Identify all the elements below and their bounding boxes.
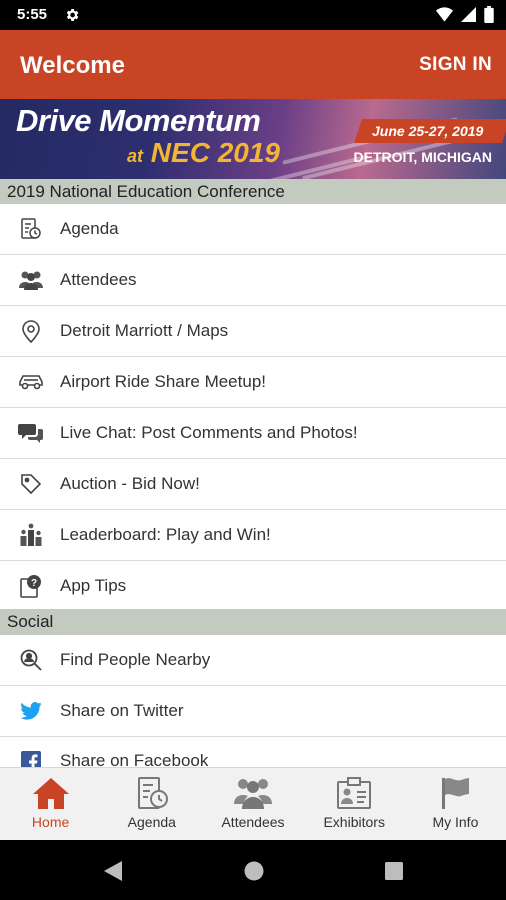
list-item-twitter[interactable]: Share on Twitter bbox=[0, 686, 506, 737]
people-search-icon bbox=[0, 648, 60, 672]
list-item-label: Find People Nearby bbox=[60, 650, 211, 669]
section-header-social: Social bbox=[0, 609, 506, 635]
list-item-label: Auction - Bid Now! bbox=[60, 474, 200, 493]
list-item-label: Attendees bbox=[60, 270, 137, 289]
bottom-navigation: Home Agenda Attendees Exhibitors My Info bbox=[0, 767, 506, 840]
attendees-icon bbox=[234, 779, 272, 809]
system-navigation-bar bbox=[0, 840, 506, 900]
list-item-label: Airport Ride Share Meetup! bbox=[60, 372, 266, 391]
chat-icon bbox=[0, 422, 60, 444]
help-icon: ? bbox=[0, 574, 60, 598]
banner-at: at bbox=[127, 146, 144, 166]
home-button-icon[interactable] bbox=[244, 861, 264, 881]
nav-exhibitors[interactable]: Exhibitors bbox=[304, 768, 405, 840]
tag-icon bbox=[0, 473, 60, 495]
list-item-agenda[interactable]: Agenda bbox=[0, 204, 506, 255]
banner-dates: June 25-27, 2019 bbox=[372, 123, 484, 139]
list-item-label: Agenda bbox=[60, 219, 119, 238]
agenda-icon bbox=[0, 217, 60, 241]
nav-my-info[interactable]: My Info bbox=[405, 768, 506, 840]
event-banner[interactable]: Drive Momentum at NEC 2019 June 25-27, 2… bbox=[0, 99, 506, 179]
list-item-label: Share on Twitter bbox=[60, 701, 184, 720]
section-header-conference: 2019 National Education Conference bbox=[0, 179, 506, 204]
nav-attendees[interactable]: Attendees bbox=[202, 768, 303, 840]
home-icon bbox=[32, 778, 69, 809]
banner-location: DETROIT, MICHIGAN bbox=[353, 149, 492, 165]
list-item-label: Detroit Marriott / Maps bbox=[60, 321, 229, 340]
exhibitors-icon bbox=[337, 777, 372, 809]
signal-icon bbox=[461, 7, 476, 22]
nav-label: Attendees bbox=[221, 814, 285, 830]
list-item-ride-share[interactable]: Airport Ride Share Meetup! bbox=[0, 357, 506, 408]
twitter-icon bbox=[0, 702, 60, 720]
list-item-label: Leaderboard: Play and Win! bbox=[60, 525, 271, 544]
list-item-attendees[interactable]: Attendees bbox=[0, 255, 506, 306]
nav-home[interactable]: Home bbox=[0, 768, 101, 840]
leaderboard-icon bbox=[0, 523, 60, 547]
list-item-auction[interactable]: Auction - Bid Now! bbox=[0, 459, 506, 510]
nav-label: Exhibitors bbox=[323, 814, 385, 830]
battery-icon bbox=[484, 6, 494, 23]
status-time: 5:55 bbox=[17, 6, 48, 23]
car-icon bbox=[0, 373, 60, 391]
wifi-icon bbox=[436, 7, 453, 22]
banner-event: NEC 2019 bbox=[150, 137, 280, 168]
nav-agenda[interactable]: Agenda bbox=[101, 768, 202, 840]
section-header-label: 2019 National Education Conference bbox=[7, 182, 285, 201]
map-pin-icon bbox=[0, 319, 60, 343]
svg-text:?: ? bbox=[31, 578, 37, 589]
banner-headline: Drive Momentum bbox=[16, 103, 261, 138]
list-item-label: Live Chat: Post Comments and Photos! bbox=[60, 423, 358, 442]
list-item-label: App Tips bbox=[60, 576, 127, 595]
agenda-icon bbox=[137, 777, 168, 809]
banner-subheadline: at NEC 2019 bbox=[127, 137, 280, 169]
attendees-icon bbox=[0, 269, 60, 291]
nav-label: My Info bbox=[432, 814, 479, 830]
app-bar: Welcome SIGN IN bbox=[0, 30, 506, 99]
back-icon[interactable] bbox=[104, 861, 122, 881]
nav-label: Agenda bbox=[127, 814, 176, 830]
flag-icon bbox=[442, 778, 470, 809]
recents-icon[interactable] bbox=[385, 862, 403, 880]
list-item-live-chat[interactable]: Live Chat: Post Comments and Photos! bbox=[0, 408, 506, 459]
page-title: Welcome bbox=[20, 52, 125, 79]
status-bar: 5:55 bbox=[0, 0, 506, 30]
sign-in-button[interactable]: SIGN IN bbox=[419, 54, 492, 76]
list-item-leaderboard[interactable]: Leaderboard: Play and Win! bbox=[0, 510, 506, 561]
gear-icon bbox=[66, 9, 79, 21]
list-item-maps[interactable]: Detroit Marriott / Maps bbox=[0, 306, 506, 357]
section-header-label: Social bbox=[7, 612, 54, 631]
list-item-app-tips[interactable]: ? App Tips bbox=[0, 561, 506, 612]
nav-label: Home bbox=[31, 814, 70, 830]
list-item-find-people[interactable]: Find People Nearby bbox=[0, 635, 506, 686]
